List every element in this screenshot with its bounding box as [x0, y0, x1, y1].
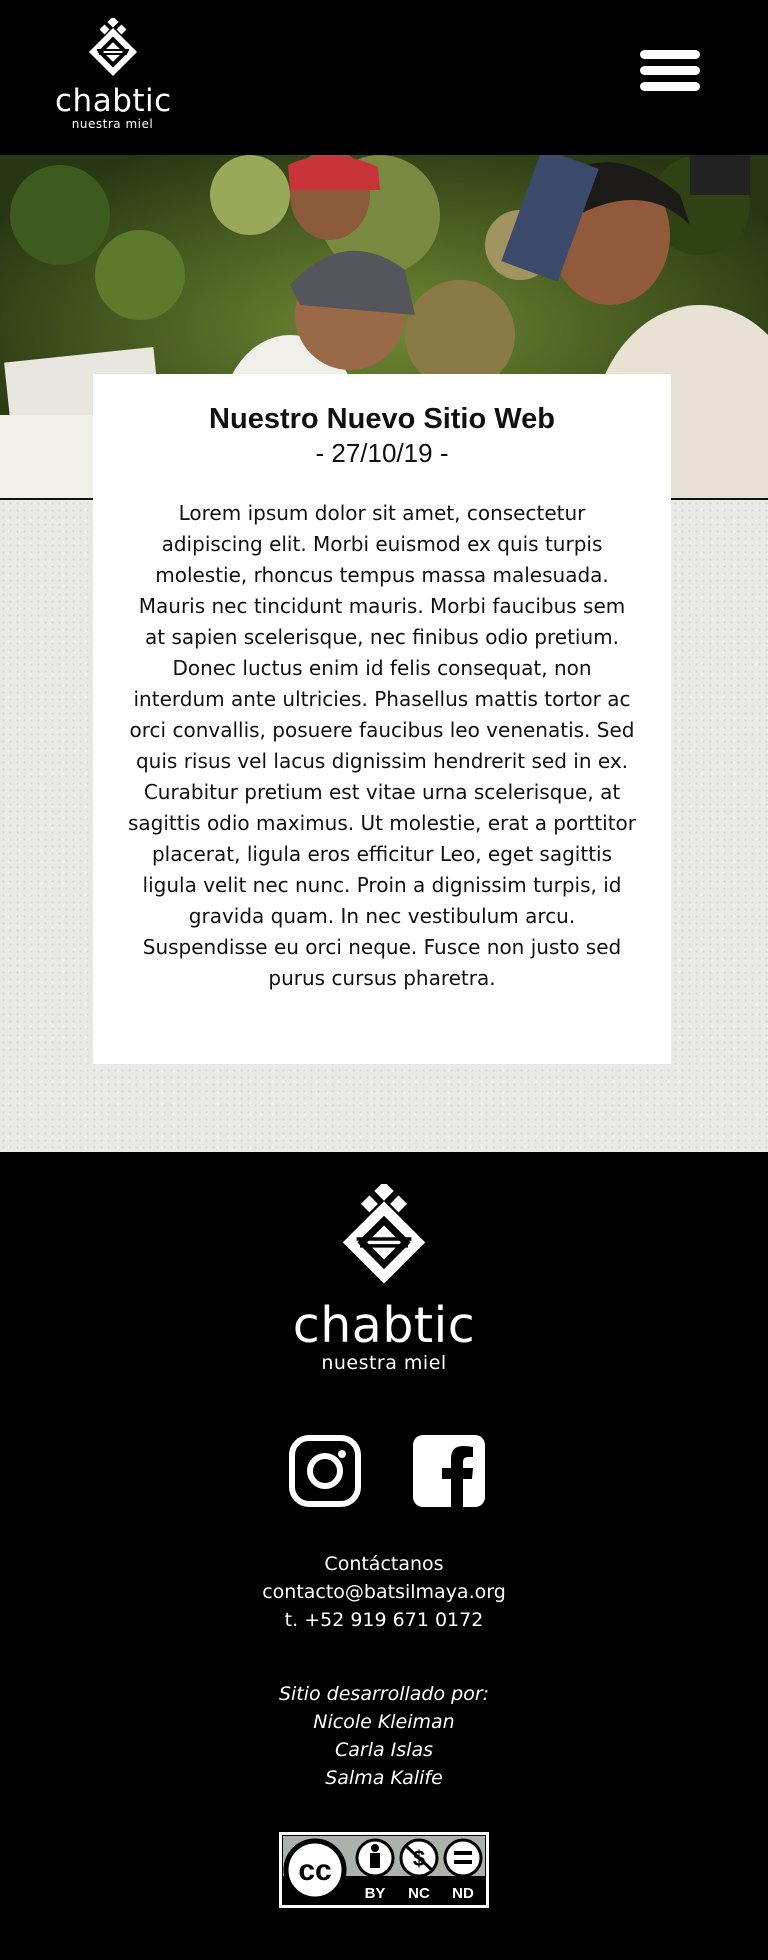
honeycomb-diamond-icon: [88, 18, 137, 77]
cc-label: cc: [298, 1854, 331, 1887]
header-brand-tagline: nuestra miel: [71, 117, 154, 131]
credits-name: Salma Kalife: [325, 1767, 443, 1789]
hamburger-line: [640, 82, 700, 91]
header-logo[interactable]: chabtic nuestra miel: [55, 18, 172, 138]
credits-name: Carla Islas: [334, 1739, 433, 1761]
article-date: - 27/10/19 -: [315, 438, 449, 468]
creative-commons-license-graphic: cc $ BY NC ND: [279, 1832, 489, 1908]
footer-brand-name: chabtic: [292, 1297, 476, 1354]
credits-name: Nicole Kleiman: [313, 1711, 455, 1733]
article-card: Nuestro Nuevo Sitio Web - 27/10/19 - Lor…: [93, 374, 671, 1064]
hamburger-line: [640, 66, 700, 75]
noderivatives-icon: [443, 1838, 483, 1878]
site-header: chabtic nuestra miel: [0, 0, 768, 155]
contact-email-link[interactable]: contacto@batsilmaya.org: [0, 1578, 768, 1606]
facebook-icon: [413, 1435, 485, 1507]
facebook-link[interactable]: [413, 1435, 485, 1507]
developer-credits: Sitio desarrollado por: Nicole Kleiman C…: [0, 1680, 768, 1792]
contact-phone: t. +52 919 671 0172: [284, 1609, 484, 1631]
by-label: BY: [365, 1885, 386, 1902]
footer-brand-tagline: nuestra miel: [321, 1352, 447, 1374]
nc-label: NC: [408, 1885, 430, 1902]
hamburger-icon: [640, 50, 700, 59]
footer-logo[interactable]: chabtic nuestra miel: [284, 1184, 484, 1374]
contact-heading: Contáctanos: [324, 1553, 444, 1575]
header-brand-name: chabtic: [55, 83, 172, 119]
site-footer: chabtic nuestra miel Contáctanos contact…: [0, 1152, 768, 1960]
creative-commons-badge[interactable]: cc $ BY NC ND: [279, 1832, 489, 1908]
honeycomb-diamond-icon: [342, 1184, 426, 1284]
nd-label: ND: [452, 1885, 474, 1902]
credits-heading: Sitio desarrollado por:: [278, 1683, 490, 1705]
instagram-link[interactable]: [289, 1435, 361, 1507]
hamburger-menu-button[interactable]: [640, 50, 700, 94]
article-title: Nuestro Nuevo Sitio Web: [209, 403, 555, 435]
social-links: [0, 1435, 768, 1510]
contact-info: Contáctanos contacto@batsilmaya.org t. +…: [0, 1550, 768, 1634]
article-body: Lorem ipsum dolor sit amet, consectetur …: [128, 501, 636, 990]
instagram-icon: [289, 1435, 361, 1507]
